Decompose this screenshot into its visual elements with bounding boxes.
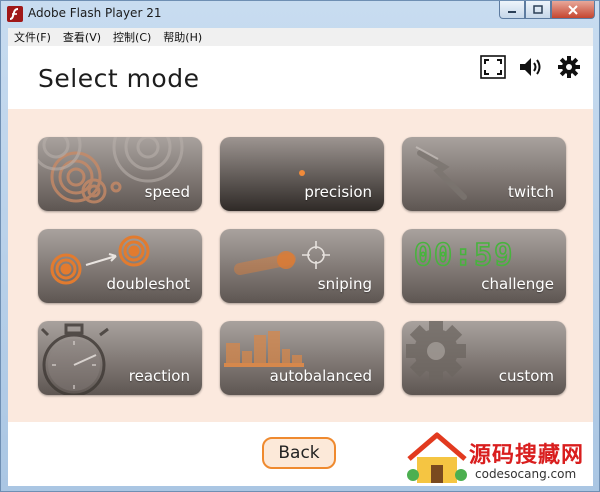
watermark-url: codesocang.com [475, 467, 577, 481]
top-toolbar [479, 54, 583, 80]
mode-tile-precision[interactable]: precision [220, 137, 384, 211]
mode-tile-twitch[interactable]: twitch [402, 137, 566, 211]
mode-label: reaction [128, 367, 190, 385]
mode-tile-doubleshot[interactable]: doubleshot [38, 229, 202, 303]
fullscreen-icon[interactable] [479, 54, 507, 80]
minimize-button[interactable] [499, 1, 525, 19]
mode-label: twitch [508, 183, 554, 201]
window-controls [499, 1, 595, 21]
menu-file[interactable]: 文件(F) [8, 29, 57, 45]
mode-tile-speed[interactable]: speed [38, 137, 202, 211]
mode-label: custom [498, 367, 554, 385]
page-title: Select mode [38, 64, 200, 93]
timer-text: 00:59 [414, 238, 514, 273]
mode-tile-challenge[interactable]: 00:59 challenge [402, 229, 566, 303]
menu-bar: 文件(F) 查看(V) 控制(C) 帮助(H) [8, 28, 593, 46]
mode-tile-autobalanced[interactable]: autobalanced [220, 321, 384, 395]
title-bar: Adobe Flash Player 21 [1, 1, 599, 27]
speaker-icon[interactable] [517, 54, 545, 80]
menu-view[interactable]: 查看(V) [57, 29, 107, 45]
window-title: Adobe Flash Player 21 [28, 6, 162, 20]
mode-tile-custom[interactable]: custom [402, 321, 566, 395]
house-logo-icon [407, 432, 467, 483]
mode-label: precision [304, 183, 372, 201]
mode-tile-reaction[interactable]: reaction [38, 321, 202, 395]
mode-label: sniping [317, 275, 372, 293]
close-button[interactable] [551, 1, 595, 19]
mode-label: doubleshot [106, 275, 190, 293]
flash-app-icon [7, 6, 23, 22]
menu-help[interactable]: 帮助(H) [157, 29, 208, 45]
flash-player-window: Adobe Flash Player 21 文件(F) 查看(V) 控制(C) … [0, 0, 600, 492]
mode-label: autobalanced [269, 367, 372, 385]
mode-grid-panel: speed precision twitch doubleshot snipin… [8, 109, 593, 422]
menu-control[interactable]: 控制(C) [107, 29, 157, 45]
gear-icon[interactable] [555, 54, 583, 80]
mode-tile-sniping[interactable]: sniping [220, 229, 384, 303]
mode-label: speed [144, 183, 190, 201]
mode-label: challenge [481, 275, 554, 293]
flash-content-area: Select mode speed precision twitch doubl… [8, 46, 593, 486]
maximize-button[interactable] [525, 1, 551, 19]
watermark: 源码搜藏网 codesocang.com [401, 431, 599, 489]
back-button[interactable]: Back [262, 437, 336, 469]
watermark-title: 源码搜藏网 [469, 443, 585, 468]
